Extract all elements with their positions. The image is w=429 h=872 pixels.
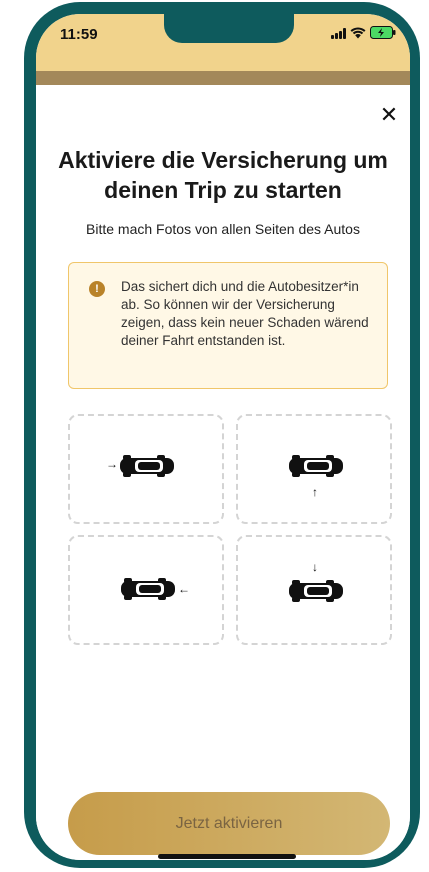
status-time: 11:59 bbox=[60, 26, 98, 43]
photo-slot-right-side[interactable]: ↑ bbox=[236, 414, 392, 524]
info-text: Das sichert dich und die Autobesitzer*in… bbox=[121, 279, 369, 348]
page-subtitle: Bitte mach Fotos von allen Seiten des Au… bbox=[86, 221, 360, 237]
signal-icon bbox=[331, 27, 346, 39]
home-indicator bbox=[158, 854, 296, 859]
page-title: Aktiviere die Versicherung um deinen Tri… bbox=[58, 147, 388, 203]
car-icon bbox=[289, 580, 343, 602]
sheet-backdrop bbox=[36, 71, 410, 85]
info-box: ! Das sichert dich und die Autobesitzer*… bbox=[68, 262, 388, 389]
arrow-right-icon: → bbox=[106, 457, 118, 471]
car-icon bbox=[121, 578, 175, 600]
photo-grid: → ↑ ← ↓ bbox=[68, 414, 392, 646]
info-icon: ! bbox=[89, 281, 105, 297]
close-icon[interactable]: ✕ bbox=[378, 104, 400, 126]
status-bar: 11:59 bbox=[36, 14, 410, 71]
arrow-down-icon: ↓ bbox=[312, 560, 318, 574]
notch bbox=[164, 14, 294, 43]
car-icon bbox=[120, 455, 174, 477]
battery-charging-icon bbox=[370, 26, 396, 39]
photo-slot-back[interactable]: ← bbox=[68, 535, 224, 645]
arrow-left-icon: ← bbox=[178, 582, 190, 596]
photo-slot-front[interactable]: → bbox=[68, 414, 224, 524]
arrow-up-icon: ↑ bbox=[312, 485, 318, 499]
insurance-sheet: ✕ Aktiviere die Versicherung um deinen T… bbox=[36, 85, 410, 860]
car-icon bbox=[289, 455, 343, 477]
wifi-icon bbox=[350, 26, 366, 39]
photo-slot-left-side[interactable]: ↓ bbox=[236, 535, 392, 645]
phone-screen: 11:59 ✕ Aktiviere die Versicherung um de… bbox=[36, 14, 410, 860]
status-icons bbox=[331, 26, 396, 39]
activate-button[interactable]: Jetzt aktivieren bbox=[68, 792, 390, 855]
